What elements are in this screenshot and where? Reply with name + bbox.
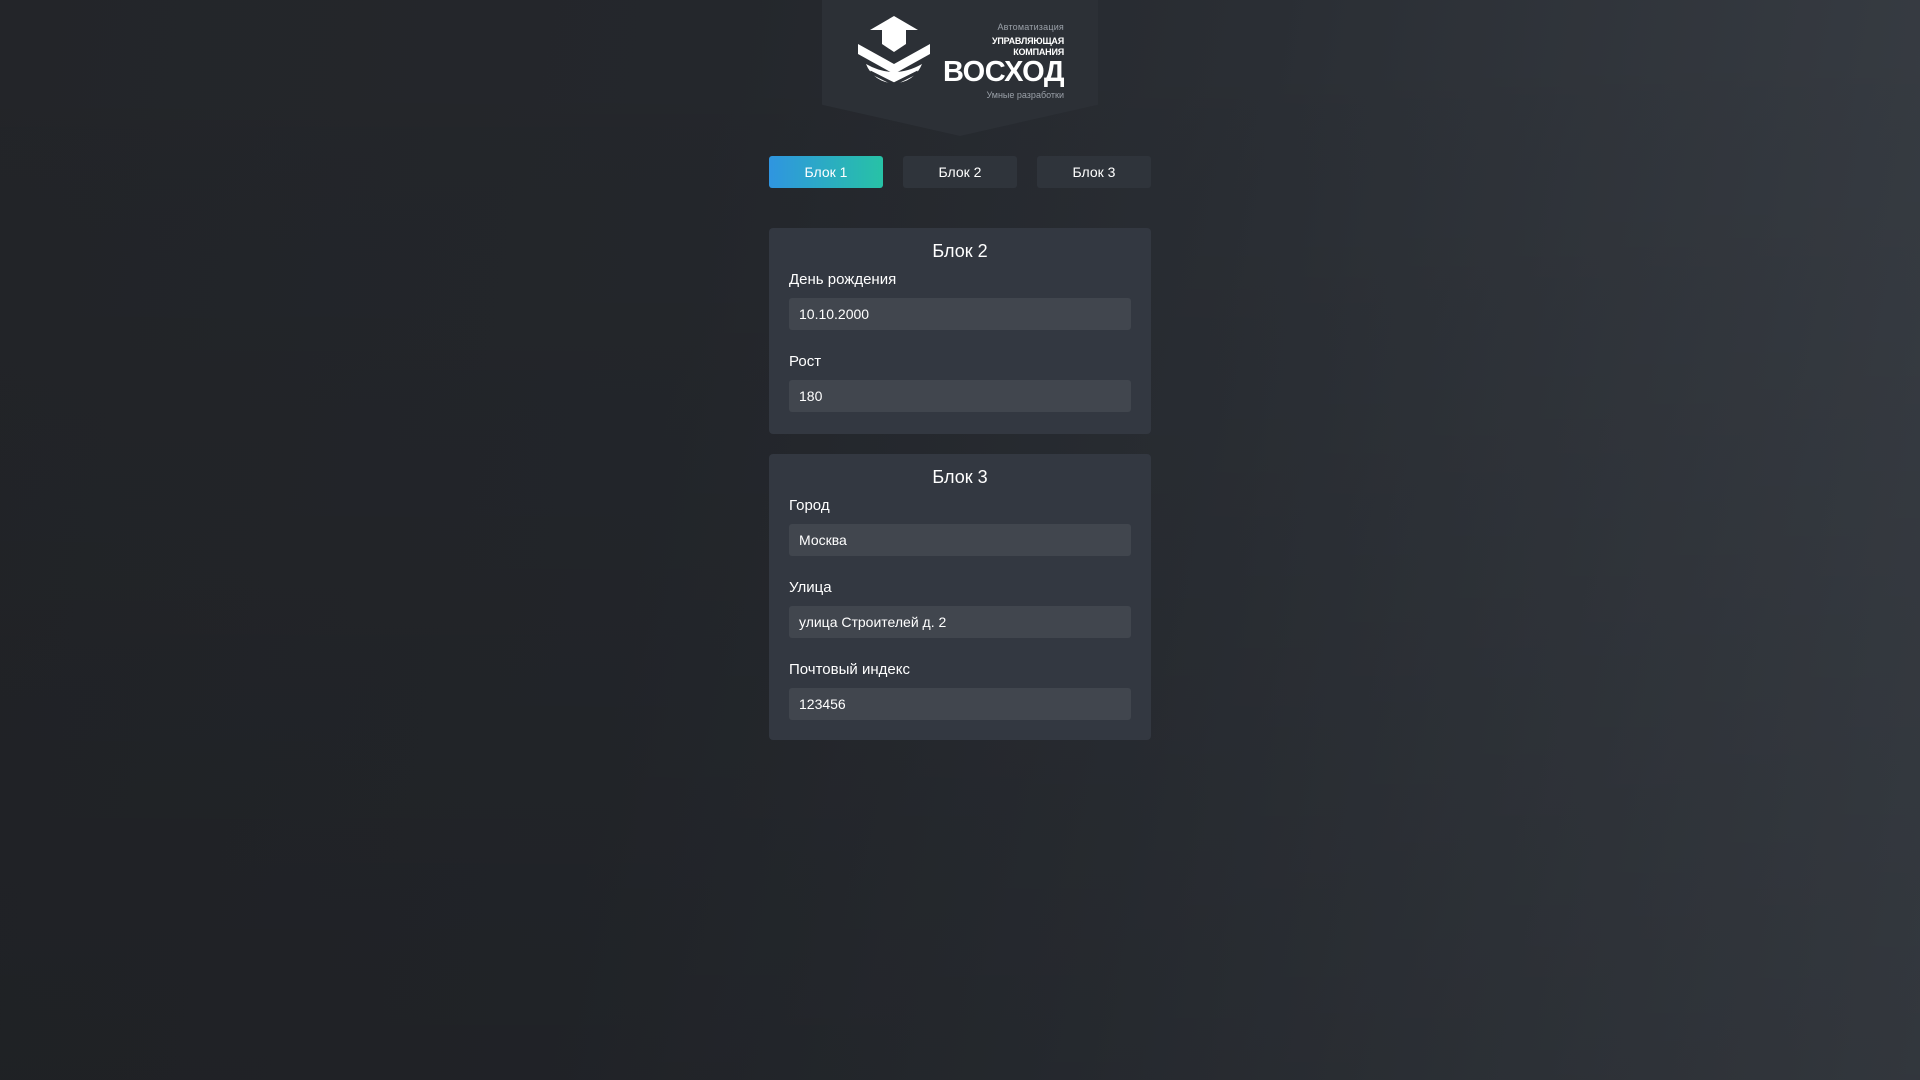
- logo-top-text: Автоматизация: [997, 22, 1064, 32]
- block-3-card: Блок 3 Город Улица Почтовый индекс: [769, 454, 1151, 740]
- tab-bar: Блок 1 Блок 2 Блок 3: [769, 156, 1151, 188]
- height-label: Рост: [789, 353, 822, 370]
- tab-block-2[interactable]: Блок 2: [903, 156, 1017, 188]
- birthday-label: День рождения: [789, 271, 897, 288]
- logo-name: ВОСХОД: [942, 56, 1065, 88]
- street-input[interactable]: [789, 606, 1131, 638]
- city-input[interactable]: [789, 524, 1131, 556]
- block-2-card: Блок 2 День рождения Рост: [769, 228, 1151, 434]
- logo-company-text: Управляющая компания: [991, 36, 1064, 57]
- block-2-title: Блок 2: [932, 241, 988, 261]
- height-input[interactable]: [789, 380, 1131, 412]
- street-label: Улица: [789, 579, 832, 596]
- tab-block-1[interactable]: Блок 1: [769, 156, 883, 188]
- logo-tagline: Умные разработки: [986, 90, 1064, 100]
- block-3-title: Блок 3: [932, 467, 988, 487]
- logo-text: Автоматизация Управляющая компания ВОСХО…: [940, 20, 1065, 101]
- voskhod-logo-icon: [858, 16, 930, 86]
- postal-code-label: Почтовый индекс: [789, 661, 910, 678]
- city-label: Город: [789, 497, 830, 514]
- birthday-input[interactable]: [789, 298, 1131, 330]
- postal-code-input[interactable]: [789, 688, 1131, 720]
- tab-block-3[interactable]: Блок 3: [1037, 156, 1151, 188]
